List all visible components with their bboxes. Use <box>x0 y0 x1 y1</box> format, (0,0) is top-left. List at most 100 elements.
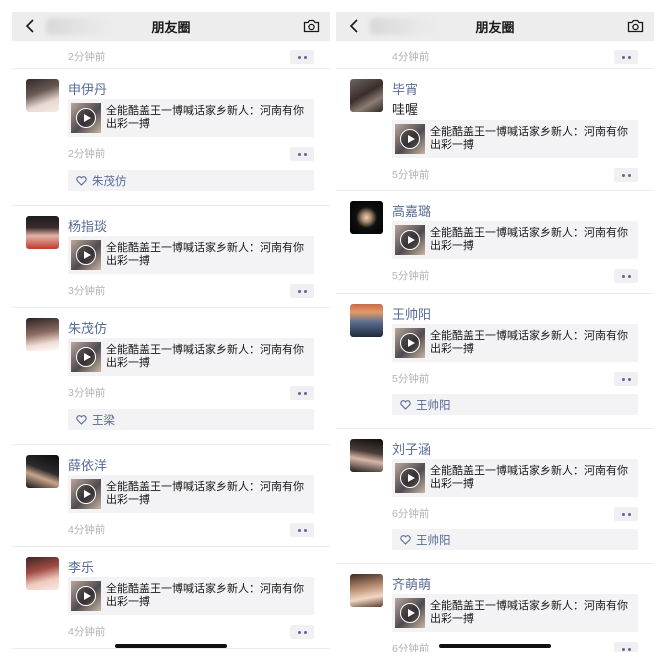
avatar[interactable] <box>350 304 383 337</box>
shared-video-card[interactable]: 全能酷盖王一博喊话家乡新人：河南有你出彩一搏 <box>68 236 314 274</box>
shared-video-card[interactable]: 全能酷盖王一博喊话家乡新人：河南有你出彩一搏 <box>68 577 314 615</box>
post-author[interactable]: 杨指琰 <box>68 216 107 235</box>
moments-screen-left: 朋友圈 2分钟前 申伊丹 全能酷盖王一博喊话家乡新人：河南有你出彩一搏 2分钟前… <box>12 12 330 652</box>
more-button[interactable] <box>290 523 314 537</box>
back-button[interactable] <box>22 18 38 34</box>
avatar[interactable] <box>350 574 383 607</box>
post-author[interactable]: 刘子涵 <box>392 439 431 458</box>
more-button[interactable] <box>614 168 638 182</box>
shared-video-card[interactable]: 全能酷盖王一博喊话家乡新人：河南有你出彩一搏 <box>68 338 314 376</box>
shared-title: 全能酷盖王一博喊话家乡新人：河南有你出彩一搏 <box>430 330 628 355</box>
post-author[interactable]: 薛依洋 <box>68 455 107 474</box>
video-thumbnail <box>71 240 101 270</box>
heart-icon <box>400 534 411 545</box>
moment-post: 齐萌萌 全能酷盖王一博喊话家乡新人：河南有你出彩一搏 6分钟前 <box>336 564 654 652</box>
shared-video-card[interactable]: 全能酷盖王一博喊话家乡新人：河南有你出彩一搏 <box>392 120 638 158</box>
moment-post: 毕宵 哇喔 全能酷盖王一博喊话家乡新人：河南有你出彩一搏 5分钟前 <box>336 69 654 191</box>
post-time: 4分钟前 <box>68 524 106 536</box>
likes-bar: 王帅阳 <box>392 394 638 415</box>
avatar[interactable] <box>26 557 59 590</box>
heart-icon <box>76 175 87 186</box>
play-icon <box>400 129 420 149</box>
post-author[interactable]: 申伊丹 <box>68 79 107 98</box>
camera-icon <box>303 19 319 33</box>
moment-post: 高嘉璐 全能酷盖王一博喊话家乡新人：河南有你出彩一搏 5分钟前 <box>336 191 654 294</box>
moment-post: 申伊丹 全能酷盖王一博喊话家乡新人：河南有你出彩一搏 2分钟前 朱茂仿 <box>12 69 330 206</box>
play-icon <box>400 333 420 353</box>
navbar: 朋友圈 <box>336 12 654 41</box>
more-button[interactable] <box>290 284 314 298</box>
video-thumbnail <box>395 328 425 358</box>
shared-title: 全能酷盖王一博喊话家乡新人：河南有你出彩一搏 <box>106 583 304 608</box>
avatar[interactable] <box>26 455 59 488</box>
video-thumbnail <box>71 479 101 509</box>
shared-video-card[interactable]: 全能酷盖王一博喊话家乡新人：河南有你出彩一搏 <box>392 221 638 259</box>
heart-icon <box>76 414 87 425</box>
video-thumbnail <box>395 598 425 628</box>
play-icon <box>76 347 96 367</box>
liker-name[interactable]: 朱茂仿 <box>92 173 127 189</box>
more-button[interactable] <box>614 507 638 521</box>
previous-post-footer: 4分钟前 <box>336 41 654 69</box>
post-time: 5分钟前 <box>392 373 430 385</box>
blurred-region <box>370 18 440 35</box>
moment-post: 朱茂仿 全能酷盖王一博喊话家乡新人：河南有你出彩一搏 3分钟前 王梁 <box>12 308 330 445</box>
post-time: 5分钟前 <box>392 270 430 282</box>
post-author[interactable]: 毕宵 <box>392 79 418 98</box>
avatar[interactable] <box>350 201 383 234</box>
play-icon <box>400 230 420 250</box>
more-button[interactable] <box>614 50 638 64</box>
avatar[interactable] <box>26 318 59 351</box>
post-time: 6分钟前 <box>392 508 430 520</box>
avatar[interactable] <box>26 216 59 249</box>
moments-screen-right: 朋友圈 4分钟前 毕宵 哇喔 全能酷盖王一博喊话家乡新人：河南有你出彩一搏 5分… <box>336 12 654 652</box>
shared-title: 全能酷盖王一博喊话家乡新人：河南有你出彩一搏 <box>106 344 304 369</box>
post-time: 4分钟前 <box>392 51 430 63</box>
likes-bar: 朱茂仿 <box>68 170 314 191</box>
moment-post: 薛依洋 全能酷盖王一博喊话家乡新人：河南有你出彩一搏 4分钟前 <box>12 445 330 547</box>
video-thumbnail <box>71 581 101 611</box>
avatar[interactable] <box>350 439 383 472</box>
back-button[interactable] <box>346 18 362 34</box>
liker-name[interactable]: 王帅阳 <box>416 397 451 413</box>
post-author[interactable]: 朱茂仿 <box>68 318 107 337</box>
more-button[interactable] <box>290 386 314 400</box>
more-button[interactable] <box>290 625 314 639</box>
shared-video-card[interactable]: 全能酷盖王一博喊话家乡新人：河南有你出彩一搏 <box>392 459 638 497</box>
post-author[interactable]: 齐萌萌 <box>392 574 431 593</box>
play-icon <box>400 603 420 623</box>
shared-video-card[interactable]: 全能酷盖王一博喊话家乡新人：河南有你出彩一搏 <box>68 99 314 137</box>
shared-title: 全能酷盖王一博喊话家乡新人：河南有你出彩一搏 <box>106 242 304 267</box>
video-thumbnail <box>71 342 101 372</box>
camera-button[interactable] <box>302 18 320 34</box>
post-time: 6分钟前 <box>392 643 430 652</box>
chevron-left-icon <box>349 19 358 33</box>
more-button[interactable] <box>614 372 638 386</box>
shared-video-card[interactable]: 全能酷盖王一博喊话家乡新人：河南有你出彩一搏 <box>392 324 638 362</box>
shared-title: 全能酷盖王一博喊话家乡新人：河南有你出彩一搏 <box>106 481 304 506</box>
post-time: 2分钟前 <box>68 51 106 63</box>
more-button[interactable] <box>290 147 314 161</box>
shared-video-card[interactable]: 全能酷盖王一博喊话家乡新人：河南有你出彩一搏 <box>392 594 638 632</box>
post-author[interactable]: 李乐 <box>68 557 94 576</box>
avatar[interactable] <box>350 79 383 112</box>
chevron-left-icon <box>25 19 34 33</box>
navbar: 朋友圈 <box>12 12 330 41</box>
camera-icon <box>627 19 643 33</box>
page-title: 朋友圈 <box>475 20 515 35</box>
post-text: 哇喔 <box>392 102 419 117</box>
likes-bar: 王帅阳 <box>392 529 638 550</box>
video-thumbnail <box>71 103 101 133</box>
camera-button[interactable] <box>626 18 644 34</box>
more-button[interactable] <box>614 642 638 652</box>
liker-name[interactable]: 王帅阳 <box>416 532 451 548</box>
home-indicator <box>115 644 227 648</box>
shared-video-card[interactable]: 全能酷盖王一博喊话家乡新人：河南有你出彩一搏 <box>68 475 314 513</box>
more-button[interactable] <box>290 50 314 64</box>
post-author[interactable]: 王帅阳 <box>392 304 431 323</box>
avatar[interactable] <box>26 79 59 112</box>
post-author[interactable]: 高嘉璐 <box>392 201 431 220</box>
play-icon <box>76 245 96 265</box>
more-button[interactable] <box>614 269 638 283</box>
liker-name[interactable]: 王梁 <box>92 412 115 428</box>
